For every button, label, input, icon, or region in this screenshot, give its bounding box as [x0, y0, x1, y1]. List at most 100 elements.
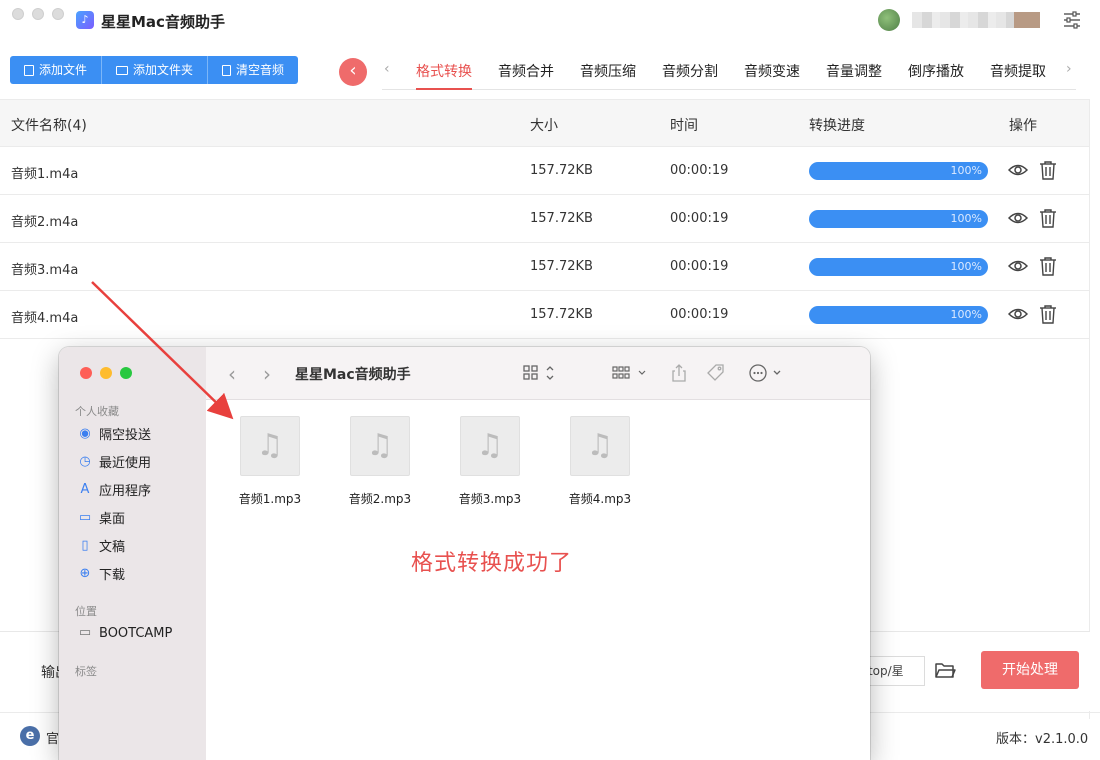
eye-icon[interactable] — [1008, 208, 1028, 228]
trash-icon[interactable] — [1038, 304, 1058, 324]
file-name: 音频4.mp3 — [568, 492, 632, 506]
sliders-icon[interactable] — [1062, 10, 1082, 30]
share-icon[interactable] — [669, 363, 689, 383]
file-name-cell: 音频3.m4a — [11, 263, 79, 278]
eye-icon[interactable] — [1008, 304, 1028, 324]
folder-icon — [116, 65, 129, 75]
locations-section-title: 位置 — [75, 605, 97, 618]
chevron-right-icon[interactable]: › — [1066, 61, 1072, 77]
minimize-window-button[interactable] — [32, 8, 44, 20]
music-file-icon: ♫ — [460, 416, 520, 476]
document-icon: ▯ — [81, 537, 89, 553]
grid-view-icon[interactable] — [523, 363, 559, 383]
header-size: 大小 — [530, 118, 558, 134]
tab-reverse-play[interactable]: 倒序播放 — [908, 61, 964, 81]
sidebar-item-desktop[interactable]: ▭ 桌面 — [77, 508, 125, 528]
favorites-section-title: 个人收藏 — [75, 405, 119, 418]
header-time: 时间 — [670, 118, 698, 134]
add-file-button[interactable]: 添加文件 — [10, 56, 103, 84]
file-size-cell: 157.72KB — [530, 163, 593, 178]
finder-content: ♫ 音频1.mp3 ♫ 音频2.mp3 ♫ 音频3.mp3 ♫ 音频4.mp3 — [206, 400, 870, 760]
file-name: 音频3.mp3 — [458, 492, 522, 506]
title-bar: ♪ 星星Mac音频助手 — [0, 0, 1100, 40]
tab-audio-compress[interactable]: 音频压缩 — [580, 61, 636, 81]
tab-audio-speed[interactable]: 音频变速 — [744, 61, 800, 81]
table-row: 音频3.m4a 157.72KB 00:00:19 100% — [0, 243, 1090, 291]
file-size-cell: 157.72KB — [530, 211, 593, 226]
music-file-icon: ♫ — [240, 416, 300, 476]
music-file-icon: ♫ — [570, 416, 630, 476]
download-icon: ⊕ — [79, 565, 91, 581]
official-site-link[interactable]: 官 — [46, 728, 59, 747]
sidebar-item-bootcamp[interactable]: ▭ BOOTCAMP — [77, 625, 173, 641]
drive-icon: ▭ — [78, 625, 92, 640]
file-item-mp3-1[interactable]: ♫ 音频1.mp3 — [230, 416, 310, 507]
collapse-toolbar-button[interactable]: ‹ — [339, 58, 367, 86]
file-item-mp3-3[interactable]: ♫ 音频3.mp3 — [450, 416, 530, 507]
tab-format-convert[interactable]: 格式转换 — [416, 61, 472, 81]
trash-icon[interactable] — [1038, 160, 1058, 180]
desktop-icon: ▭ — [78, 509, 92, 525]
more-actions-icon[interactable] — [748, 363, 784, 383]
sidebar-item-airdrop[interactable]: ◉ 隔空投送 — [77, 424, 152, 444]
file-size-cell: 157.72KB — [530, 259, 593, 274]
clock-icon: ◷ — [79, 453, 91, 469]
file-duration-cell: 00:00:19 — [670, 211, 729, 226]
tab-audio-split[interactable]: 音频分割 — [662, 61, 718, 81]
sidebar-item-label: 下载 — [99, 568, 126, 583]
tab-volume-adjust[interactable]: 音量调整 — [826, 61, 882, 81]
app-title: 星星Mac音频助手 — [101, 13, 225, 31]
back-chevron-icon[interactable]: ‹ — [228, 362, 236, 386]
tags-section-title: 标签 — [75, 665, 97, 678]
file-duration-cell: 00:00:19 — [670, 163, 729, 178]
finder-zoom-button[interactable] — [120, 367, 132, 379]
trash-icon[interactable] — [1038, 256, 1058, 276]
sidebar-item-label: 隔空投送 — [99, 428, 152, 443]
browser-logo-icon[interactable]: e — [20, 726, 40, 746]
table-row: 音频1.m4a 157.72KB 00:00:19 100% — [0, 147, 1090, 195]
file-item-mp3-4[interactable]: ♫ 音频4.mp3 — [560, 416, 640, 507]
start-processing-button[interactable]: 开始处理 — [981, 651, 1079, 689]
close-window-button[interactable] — [12, 8, 24, 20]
finder-minimize-button[interactable] — [100, 367, 112, 379]
tab-audio-extract[interactable]: 音频提取 — [990, 61, 1046, 81]
progress-percent: 100% — [950, 260, 982, 273]
sidebar-item-label: 应用程序 — [99, 484, 152, 499]
file-name-cell: 音频4.m4a — [11, 311, 79, 326]
eye-icon[interactable] — [1008, 160, 1028, 180]
user-name-redacted — [912, 12, 1040, 28]
sidebar-item-recents[interactable]: ◷ 最近使用 — [77, 452, 151, 472]
file-size-cell: 157.72KB — [530, 307, 593, 322]
eye-icon[interactable] — [1008, 256, 1028, 276]
add-folder-button[interactable]: 添加文件夹 — [102, 56, 209, 84]
clear-audio-button[interactable]: 清空音频 — [208, 56, 299, 84]
chevron-left-icon[interactable]: ‹ — [384, 61, 390, 77]
sidebar-item-label: BOOTCAMP — [99, 625, 173, 641]
finder-close-button[interactable] — [80, 367, 92, 379]
conversion-progress-bar: 100% — [809, 306, 988, 324]
trash-icon[interactable] — [1038, 208, 1058, 228]
active-tab-indicator — [416, 88, 472, 90]
progress-percent: 100% — [950, 308, 982, 321]
file-item-mp3-2[interactable]: ♫ 音频2.mp3 — [340, 416, 420, 507]
table-header: 文件名称(4) 大小 时间 转换进度 操作 — [0, 99, 1090, 147]
add-folder-label: 添加文件夹 — [133, 63, 194, 77]
music-file-icon: ♫ — [350, 416, 410, 476]
file-toolbar: 添加文件 添加文件夹 清空音频 — [10, 56, 299, 84]
conversion-progress-bar: 100% — [809, 162, 988, 180]
clear-audio-label: 清空音频 — [236, 63, 285, 77]
avatar[interactable] — [878, 9, 900, 31]
sidebar-item-downloads[interactable]: ⊕ 下载 — [77, 564, 126, 584]
zoom-window-button[interactable] — [52, 8, 64, 20]
sidebar-item-applications[interactable]: A 应用程序 — [77, 480, 152, 500]
group-view-icon[interactable] — [612, 363, 652, 383]
forward-chevron-icon[interactable]: › — [263, 362, 271, 386]
tab-audio-merge[interactable]: 音频合并 — [498, 61, 554, 81]
tag-icon[interactable] — [705, 363, 727, 383]
sidebar-item-documents[interactable]: ▯ 文稿 — [77, 536, 125, 556]
open-folder-icon[interactable] — [934, 660, 956, 680]
app-logo-icon: ♪ — [76, 11, 94, 29]
success-annotation: 格式转换成功了 — [411, 551, 573, 576]
file-name: 音频1.mp3 — [238, 492, 302, 506]
conversion-progress-bar: 100% — [809, 210, 988, 228]
